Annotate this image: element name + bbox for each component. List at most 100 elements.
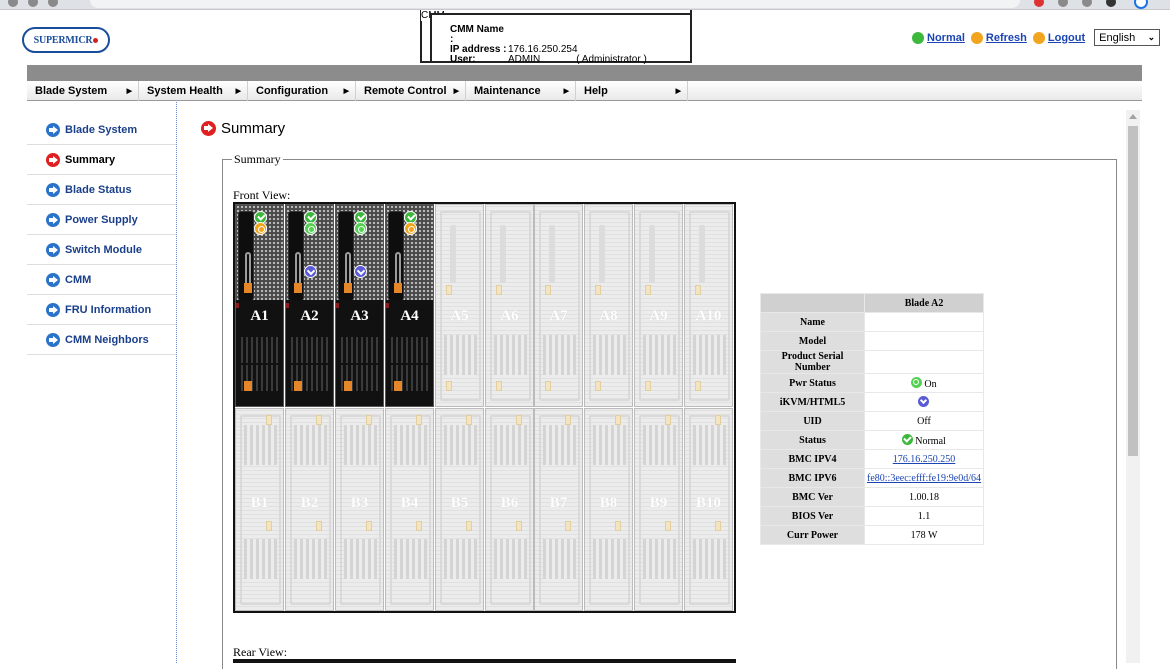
extension-icon[interactable] xyxy=(1034,0,1044,7)
row-key: BIOS Ver xyxy=(760,506,865,526)
sidebar-item-blade-system[interactable]: Blade System xyxy=(27,115,176,145)
sidebar-item-power-supply[interactable]: Power Supply xyxy=(27,205,176,235)
arrow-right-circle-icon xyxy=(46,332,60,347)
row-value: 1.00.18 xyxy=(909,491,940,503)
extension-icon[interactable] xyxy=(1058,0,1068,7)
row-key: Name xyxy=(760,312,865,332)
blade-slots xyxy=(291,337,328,363)
blade-slot-a4[interactable]: A4 xyxy=(385,204,434,407)
normal-link[interactable]: Normal xyxy=(927,32,965,44)
ikvm-icon[interactable] xyxy=(917,395,929,407)
ikvm-icon[interactable] xyxy=(354,265,367,278)
blade-slot-a7[interactable]: A7 xyxy=(534,204,583,407)
status-ok-icon xyxy=(902,433,914,445)
blade-slot-b5[interactable]: B5 xyxy=(435,408,484,611)
blade-vent xyxy=(693,425,726,465)
blade-slot-a3[interactable]: A3 xyxy=(335,204,384,407)
blade-handle xyxy=(599,225,605,283)
drive-tab xyxy=(645,381,651,391)
blade-slot-a6[interactable]: A6 xyxy=(485,204,534,407)
blade-slot-a9[interactable]: A9 xyxy=(634,204,683,407)
drive-led xyxy=(294,283,302,293)
sidebar-item-label: Summary xyxy=(65,153,116,166)
menu-blade-system[interactable]: Blade System ▶ xyxy=(27,81,139,101)
blade-label: B5 xyxy=(450,495,469,511)
blade-vent xyxy=(593,539,626,579)
menu-configuration[interactable]: Configuration ▶ xyxy=(248,81,356,101)
ikvm-icon[interactable] xyxy=(304,265,317,278)
sidebar-item-blade-status[interactable]: Blade Status xyxy=(27,175,176,205)
table-row: Status Normal xyxy=(760,430,985,450)
sidebar-item-switch-module[interactable]: Switch Module xyxy=(27,235,176,265)
sidebar-item-cmm[interactable]: CMM xyxy=(27,265,176,295)
menu-remote-control[interactable]: Remote Control ▶ xyxy=(356,81,466,101)
blade-slot-b3[interactable]: B3 xyxy=(335,408,384,611)
blade-vent xyxy=(693,335,726,375)
drive-tab xyxy=(496,285,502,295)
blade-slot-a5[interactable]: A5 xyxy=(435,204,484,407)
power-icon[interactable] xyxy=(304,222,317,235)
scrollbar-thumb[interactable] xyxy=(1128,126,1138,456)
scroll-up-icon[interactable] xyxy=(1129,114,1137,119)
blade-slot-a1[interactable]: A1 xyxy=(235,204,284,407)
blade-slot-a2[interactable]: A2 xyxy=(285,204,334,407)
top-menu-bar: Blade System ▶ System Health ▶ Configurati… xyxy=(27,81,1142,101)
blade-slots xyxy=(241,337,278,363)
vertical-scrollbar[interactable] xyxy=(1126,110,1140,663)
menu-arrow-icon: ▶ xyxy=(235,88,241,95)
row-value-cell xyxy=(863,350,985,374)
blade-label: B8 xyxy=(599,495,618,511)
profile-icon[interactable] xyxy=(1106,0,1116,7)
row-value-cell: Normal xyxy=(863,430,985,450)
sidebar-item-fru-information[interactable]: FRU Information xyxy=(27,295,176,325)
sidebar-item-summary[interactable]: Summary xyxy=(27,145,176,175)
blade-slot-b8[interactable]: B8 xyxy=(584,408,633,611)
arrow-right-circle-icon xyxy=(46,152,60,167)
blade-slot-b4[interactable]: B4 xyxy=(385,408,434,611)
row-value: 1.1 xyxy=(917,510,931,522)
logo-dot-icon xyxy=(93,37,99,43)
blade-slot-a8[interactable]: A8 xyxy=(584,204,633,407)
logout-link[interactable]: Logout xyxy=(1048,32,1085,44)
top-links: Normal Refresh Logout English ⌄ xyxy=(912,29,1161,46)
menu-help[interactable]: Help ▶ xyxy=(576,81,688,101)
user-value: ADMIN xyxy=(508,54,541,65)
blade-slot-b6[interactable]: B6 xyxy=(485,408,534,611)
power-icon[interactable] xyxy=(404,222,417,235)
blade-handle xyxy=(549,225,555,283)
reload-icon[interactable] xyxy=(48,0,58,7)
back-icon[interactable] xyxy=(8,0,18,7)
table-header-row: Blade A2 xyxy=(760,293,985,313)
blade-slot-b1[interactable]: B1 xyxy=(235,408,284,611)
refresh-link[interactable]: Refresh xyxy=(986,32,1027,44)
blade-label: A10 xyxy=(695,308,722,324)
row-key: BMC IPV4 xyxy=(760,449,865,469)
blade-vent xyxy=(294,539,327,579)
menu-system-health[interactable]: System Health ▶ xyxy=(139,81,248,101)
row-value: On xyxy=(924,378,937,390)
menu-icon[interactable] xyxy=(1134,0,1148,9)
blade-slot-b2[interactable]: B2 xyxy=(285,408,334,611)
forward-icon[interactable] xyxy=(28,0,38,7)
power-icon[interactable] xyxy=(354,222,367,235)
row-value-link[interactable]: fe80::3eec:efff:fe19:9e0d/64 xyxy=(867,473,981,484)
power-icon[interactable] xyxy=(254,222,267,235)
drive-tab xyxy=(316,415,322,425)
sidebar-item-cmm-neighbors[interactable]: CMM Neighbors xyxy=(27,325,176,355)
table-row: Product Serial Number xyxy=(760,350,985,374)
blade-slot-b10[interactable]: B10 xyxy=(684,408,733,611)
row-value-link[interactable]: 176.16.250.250 xyxy=(893,454,956,465)
address-bar[interactable] xyxy=(90,0,1020,8)
blade-info-table: Blade A2 Name Model Product Serial Number Pw… xyxy=(760,293,985,545)
blade-slots xyxy=(341,337,378,363)
blade-slot-a10[interactable]: A10 xyxy=(684,204,733,407)
language-select[interactable]: English ⌄ xyxy=(1094,29,1161,46)
lever-hole xyxy=(345,252,351,286)
extension-icon[interactable] xyxy=(1082,0,1092,7)
row-value: 178 W xyxy=(910,529,938,541)
menu-maintenance[interactable]: Maintenance ▶ xyxy=(466,81,576,101)
blade-slot-b7[interactable]: B7 xyxy=(534,408,583,611)
blade-label: A7 xyxy=(549,308,568,324)
blade-slot-b9[interactable]: B9 xyxy=(634,408,683,611)
row-key: BMC IPV6 xyxy=(760,468,865,488)
